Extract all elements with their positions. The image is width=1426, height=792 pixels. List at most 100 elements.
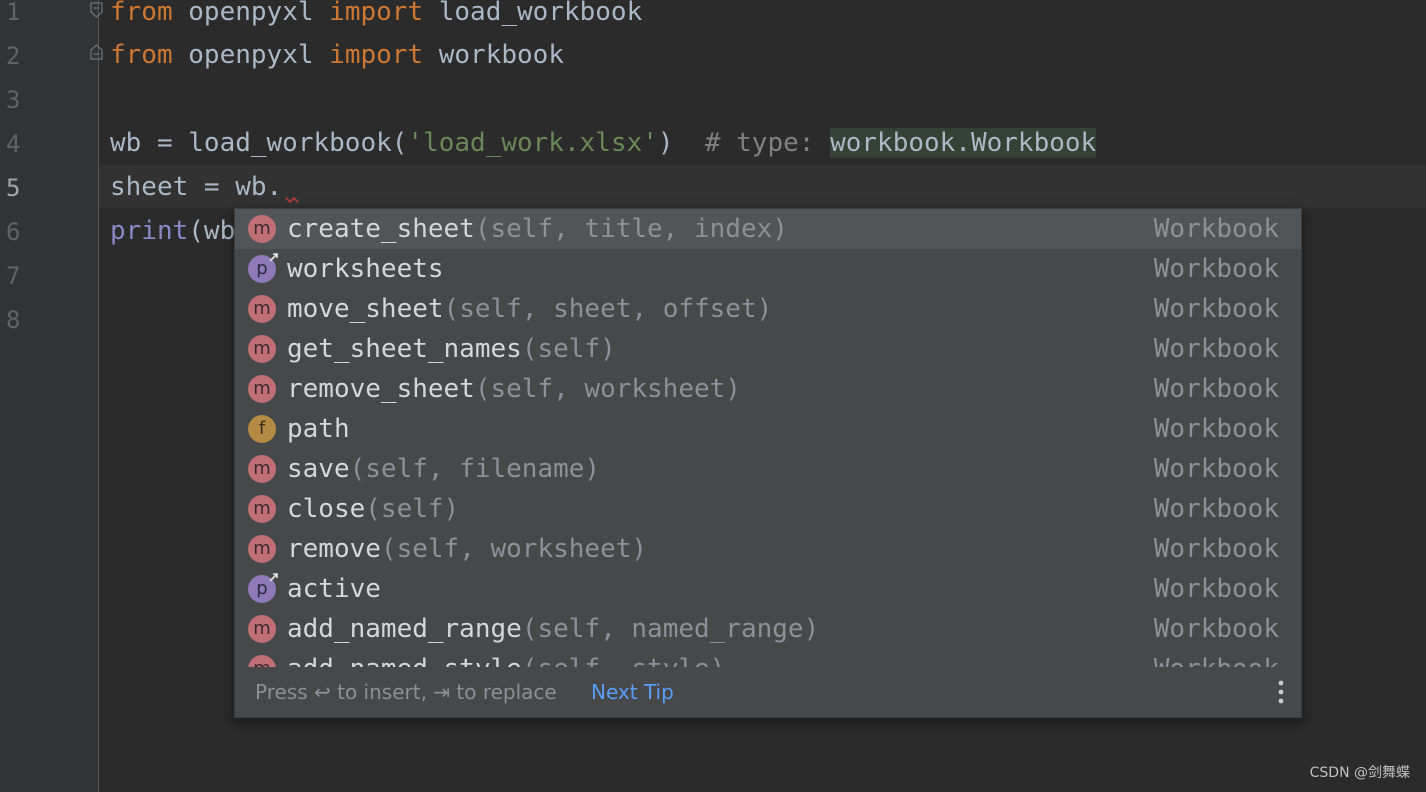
completion-name: path	[287, 414, 350, 444]
fold-marker-icon[interactable]	[90, 2, 103, 18]
line-number: 6	[6, 218, 21, 246]
method-icon: m	[248, 455, 276, 483]
completion-signature: (self, title, index)	[474, 214, 788, 244]
completion-item-name: remove(self, worksheet)	[287, 529, 647, 569]
completion-item-name: move_sheet(self, sheet, offset)	[287, 289, 772, 329]
property-arrow-icon	[269, 573, 278, 582]
completion-signature: (self, style)	[522, 654, 726, 667]
line-number: 8	[6, 306, 21, 334]
code-line-5[interactable]: sheet = wb.	[110, 165, 282, 209]
completion-item[interactable]: m save(self, filename) Workbook	[235, 449, 1301, 489]
completion-name: create_sheet	[287, 214, 475, 244]
method-icon: m	[248, 495, 276, 523]
method-icon: m	[248, 655, 276, 667]
completion-name: add_named_range	[287, 614, 522, 644]
completion-name: worksheets	[287, 254, 444, 284]
completion-item-name: create_sheet(self, title, index)	[287, 209, 788, 249]
completion-item[interactable]: m close(self) Workbook	[235, 489, 1301, 529]
completion-item[interactable]: p active Workbook	[235, 569, 1301, 609]
completion-item-name: remove_sheet(self, worksheet)	[287, 369, 741, 409]
completion-type: Workbook	[1153, 534, 1279, 564]
completion-item[interactable]: m get_sheet_names(self) Workbook	[235, 329, 1301, 369]
line-number-current: 5	[6, 174, 21, 202]
completion-name: move_sheet	[287, 294, 444, 324]
completion-type: Workbook	[1153, 414, 1279, 444]
completion-name: active	[287, 574, 381, 604]
completion-type: Workbook	[1153, 214, 1279, 244]
type-hint-highlight: workbook.Workbook	[830, 128, 1097, 158]
completion-item-name: close(self)	[287, 489, 459, 529]
method-icon: m	[248, 375, 276, 403]
type-comment: # type:	[704, 128, 831, 158]
code-text: (wb	[188, 216, 236, 246]
completion-item-name: add_named_style(self, style)	[287, 649, 725, 667]
string-literal: 'load_work.xlsx'	[407, 128, 658, 158]
import-name: load_workbook	[423, 0, 643, 27]
completion-name: save	[287, 454, 350, 484]
builtin-function: print	[110, 216, 189, 246]
completion-footer: Press ↩ to insert, ⇥ to replace Next Tip	[235, 667, 1301, 717]
module-name: openpyxl	[172, 0, 330, 27]
property-arrow-icon	[269, 253, 278, 262]
completion-item-name: save(self, filename)	[287, 449, 600, 489]
line-number: 3	[6, 86, 21, 114]
line-number: 4	[6, 130, 21, 158]
watermark: CSDN @剑舞蝶	[1309, 765, 1410, 781]
completion-name: get_sheet_names	[287, 334, 522, 364]
property-icon: p	[248, 573, 278, 603]
completion-item[interactable]: m create_sheet(self, title, index) Workboo…	[235, 209, 1301, 249]
completion-item-name: add_named_range(self, named_range)	[287, 609, 819, 649]
completion-name: add_named_style	[287, 654, 522, 667]
method-icon: m	[248, 335, 276, 363]
method-icon: m	[248, 295, 276, 323]
code-text: sheet = wb.	[110, 172, 283, 202]
method-icon: m	[248, 215, 276, 243]
completion-type: Workbook	[1153, 374, 1279, 404]
completion-item[interactable]: p worksheets Workbook	[235, 249, 1301, 289]
completion-item[interactable]: m remove_sheet(self, worksheet) Workbook	[235, 369, 1301, 409]
completion-item[interactable]: m add_named_style(self, style) Workbook	[235, 649, 1301, 667]
code-line-4[interactable]: wb = load_workbook('load_work.xlsx') # t…	[110, 121, 1097, 165]
fold-end-marker-icon[interactable]	[90, 44, 103, 60]
completion-item[interactable]: m add_named_range(self, named_range) Workb…	[235, 609, 1301, 649]
code-line-2[interactable]: from openpyxl import workbook	[110, 33, 564, 77]
code-completion-popup[interactable]: m create_sheet(self, title, index) Workboo…	[234, 208, 1302, 718]
completion-item[interactable]: f path Workbook	[235, 409, 1301, 449]
line-number: 2	[6, 42, 21, 70]
keyword: import	[329, 0, 424, 27]
completion-signature: (self, worksheet)	[474, 374, 741, 404]
property-icon: p	[248, 253, 278, 283]
next-tip-link[interactable]: Next Tip	[591, 667, 674, 717]
completion-name: remove_sheet	[287, 374, 475, 404]
completion-item[interactable]: m remove(self, worksheet) Workbook	[235, 529, 1301, 569]
import-name: workbook	[423, 40, 564, 70]
insert-replace-hint: Press ↩ to insert, ⇥ to replace	[255, 680, 557, 704]
code-line-1[interactable]: from openpyxl import load_workbook	[110, 0, 642, 34]
completion-type: Workbook	[1153, 254, 1279, 284]
completion-type: Workbook	[1153, 574, 1279, 604]
completion-signature: (self, sheet, offset)	[443, 294, 773, 324]
completion-signature: (self, filename)	[349, 454, 601, 484]
completion-item[interactable]: m move_sheet(self, sheet, offset) Workbook	[235, 289, 1301, 329]
module-name: openpyxl	[172, 40, 330, 70]
code-text: wb = load_workbook(	[110, 128, 408, 158]
completion-list[interactable]: m create_sheet(self, title, index) Workboo…	[235, 209, 1301, 667]
completion-item-name: active	[287, 569, 381, 609]
code-line-6[interactable]: print(wb	[110, 209, 235, 253]
completion-signature: (self)	[521, 334, 616, 364]
completion-name: close	[287, 494, 366, 524]
keyword: import	[329, 40, 424, 70]
completion-type: Workbook	[1153, 494, 1279, 524]
more-options-icon[interactable]	[1275, 679, 1287, 705]
completion-item-name: worksheets	[287, 249, 444, 289]
line-number: 1	[6, 0, 21, 26]
keyword: from	[110, 0, 173, 27]
completion-type: Workbook	[1153, 294, 1279, 324]
error-squiggle-icon	[285, 196, 299, 204]
completion-signature: (self)	[365, 494, 460, 524]
completion-name: remove	[287, 534, 381, 564]
method-icon: m	[248, 535, 276, 563]
completion-item-name: path	[287, 409, 350, 449]
completion-signature: (self, named_range)	[521, 614, 820, 644]
completion-item-name: get_sheet_names(self)	[287, 329, 616, 369]
